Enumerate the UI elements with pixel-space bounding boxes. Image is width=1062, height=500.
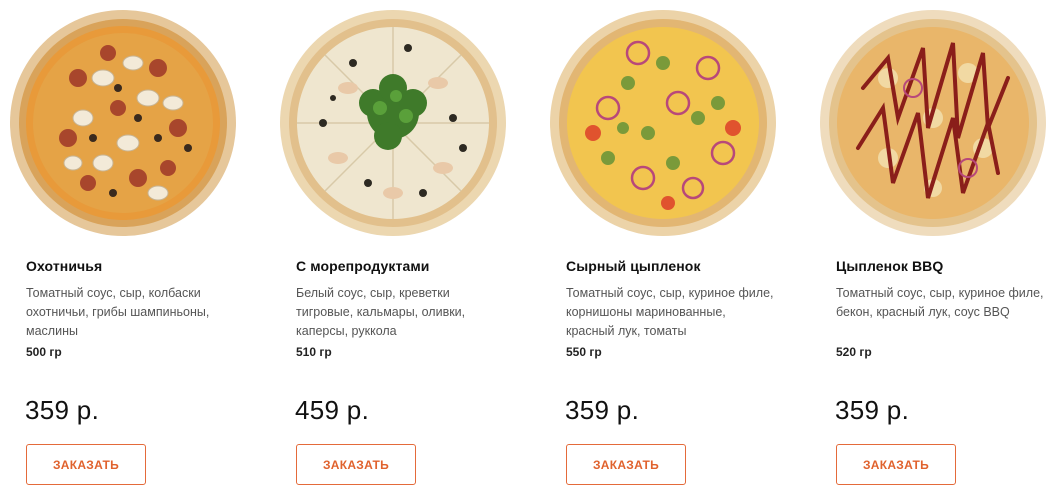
product-weight: 510 гр [296, 345, 332, 359]
product-grid: Охотничья Томатный соус, сыр, колбаски о… [0, 0, 1062, 500]
order-button[interactable]: ЗАКАЗАТЬ [836, 444, 956, 485]
product-description: Томатный соус, сыр, колбаски охотничьи, … [26, 286, 210, 338]
product-description: Томатный соус, сыр, куриное филе, бекон,… [836, 286, 1044, 319]
product-card: Сырный цыпленок Томатный соус, сыр, кури… [540, 0, 810, 500]
product-name[interactable]: Охотничья [26, 258, 102, 274]
product-description: Томатный соус, сыр, куриное филе, корниш… [566, 286, 774, 338]
product-name[interactable]: Цыпленок BBQ [836, 258, 943, 274]
product-weight: 500 гр [26, 345, 62, 359]
pizza-cheese-chicken-image[interactable] [548, 8, 778, 238]
product-weight: 550 гр [566, 345, 602, 359]
product-description: Белый соус, сыр, креветки тигровые, каль… [296, 286, 466, 338]
pizza-bbq-chicken-image[interactable] [818, 8, 1048, 238]
order-button[interactable]: ЗАКАЗАТЬ [566, 444, 686, 485]
product-name[interactable]: С морепродуктами [296, 258, 430, 274]
product-price: 359 р. [835, 395, 910, 425]
pizza-hunter-image[interactable] [8, 8, 238, 238]
product-weight: 520 гр [836, 345, 872, 359]
product-card: Охотничья Томатный соус, сыр, колбаски о… [0, 0, 270, 500]
order-button[interactable]: ЗАКАЗАТЬ [26, 444, 146, 485]
product-card: С морепродуктами Белый соус, сыр, кревет… [270, 0, 540, 500]
product-price: 359 р. [565, 395, 640, 425]
order-button[interactable]: ЗАКАЗАТЬ [296, 444, 416, 485]
product-price: 459 р. [295, 395, 370, 425]
product-price: 359 р. [25, 395, 100, 425]
pizza-seafood-image[interactable] [278, 8, 508, 238]
product-card: Цыпленок BBQ Томатный соус, сыр, куриное… [810, 0, 1062, 500]
product-name[interactable]: Сырный цыпленок [566, 258, 701, 274]
